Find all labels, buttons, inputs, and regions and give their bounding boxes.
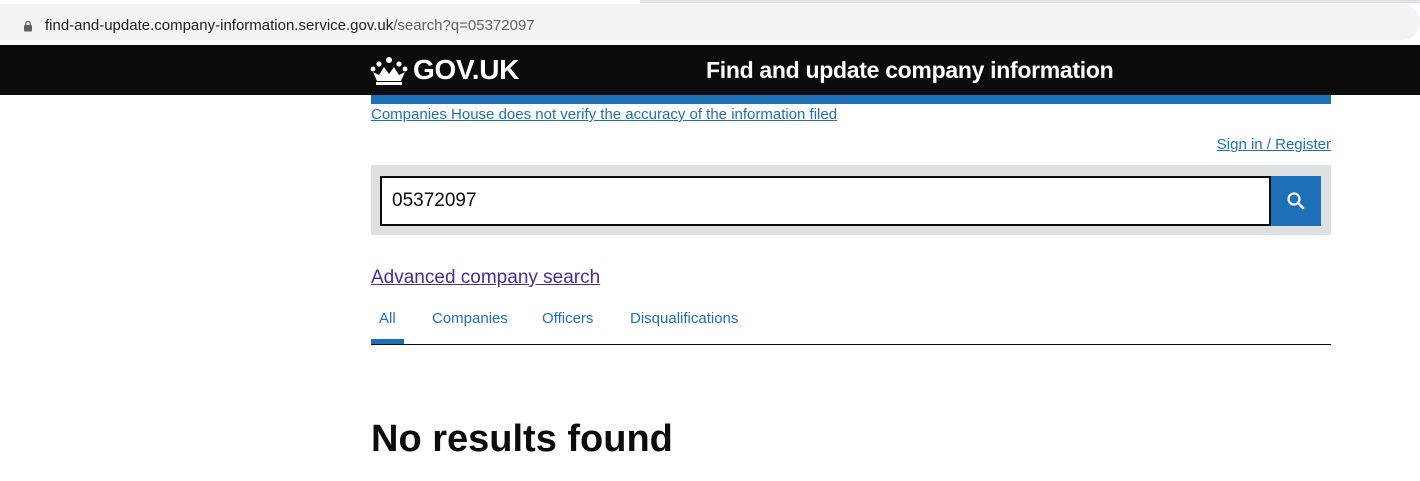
service-name[interactable]: Find and update company information [706,56,1114,84]
sign-in-register-link[interactable]: Sign in / Register [1217,136,1331,154]
lock-icon[interactable] [22,20,34,32]
search-icon [1287,192,1305,210]
browser-address-bar: find-and-update.company-information.serv… [0,0,1420,45]
search-input[interactable]: 05372097 [380,176,1271,226]
url-path: /search?q=05372097 [393,17,535,34]
url-host: find-and-update.company-information.serv… [45,17,394,34]
search-button[interactable] [1271,176,1321,226]
advanced-company-search-link[interactable]: Advanced company search [371,266,600,289]
tab-disqualifications[interactable]: Disqualifications [630,310,738,328]
url-field[interactable]: find-and-update.company-information.serv… [0,4,1420,40]
govuk-header: GOV.UK Find and update company informati… [0,45,1420,95]
browser-tab-strip-edge [640,0,1420,3]
search-result-tabs: All Companies Officers Disqualifications [371,300,1331,345]
url-text[interactable]: find-and-update.company-information.serv… [45,17,535,35]
header-blue-bar [371,95,1331,104]
tab-companies[interactable]: Companies [432,310,508,328]
active-tab-indicator [371,339,404,344]
no-results-heading: No results found [371,418,673,460]
tab-officers[interactable]: Officers [542,310,593,328]
accuracy-disclaimer-link[interactable]: Companies House does not verify the accu… [371,106,837,124]
crown-icon[interactable] [370,55,408,85]
tab-all[interactable]: All [379,310,396,328]
search-panel: 05372097 [371,165,1331,235]
govuk-logo[interactable]: GOV.UK [413,53,519,87]
